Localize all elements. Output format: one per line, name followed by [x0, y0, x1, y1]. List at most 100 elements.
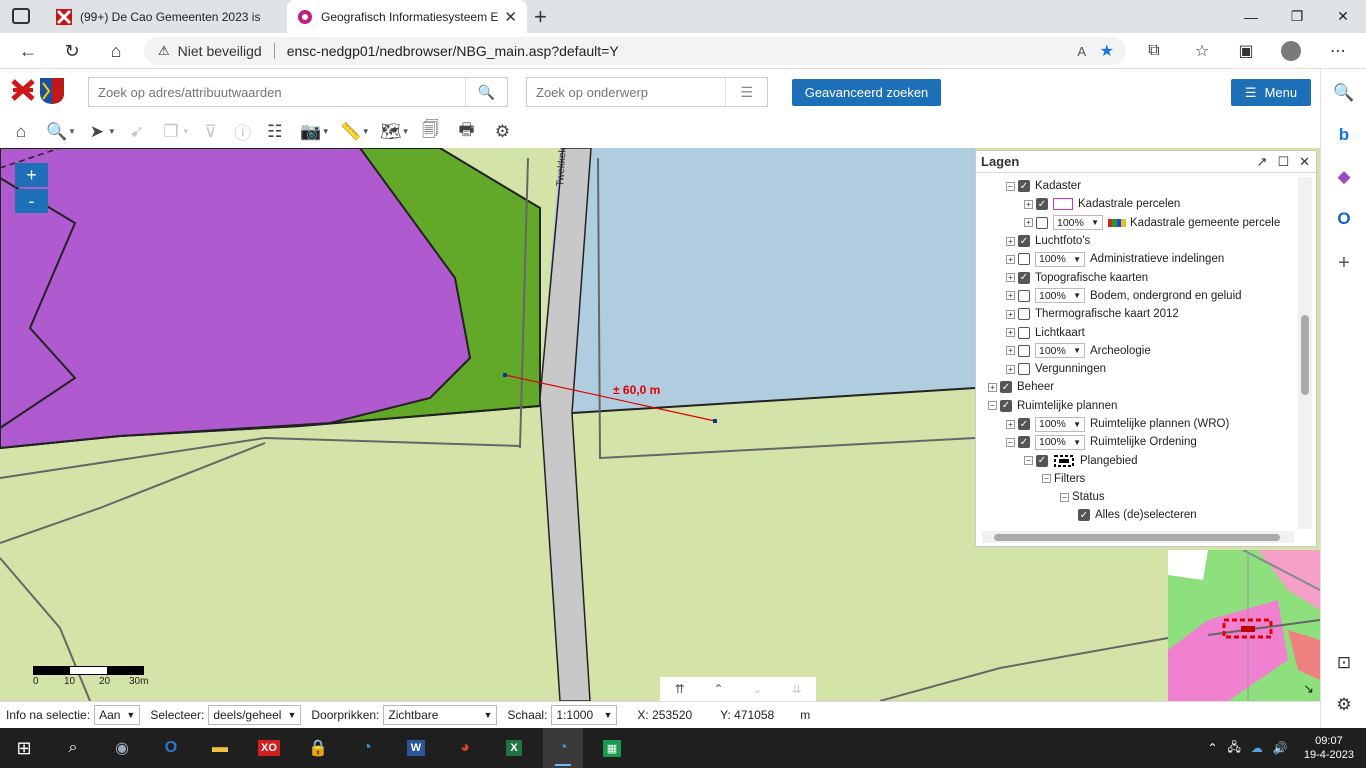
measure-ruler-icon[interactable]: 📏 [338, 119, 364, 145]
layer-checkbox[interactable] [1018, 363, 1030, 376]
lock-app-icon[interactable]: 🔒 [298, 728, 338, 768]
collapse-icon[interactable]: − [1006, 437, 1015, 447]
chrome-icon[interactable]: ◕ [445, 728, 485, 768]
new-tab-button[interactable]: + [534, 4, 547, 30]
overview-resize-icon[interactable]: ↘ [1303, 681, 1314, 697]
select-mode-select[interactable]: deels/geheel ▼ [208, 705, 302, 725]
camera-icon[interactable]: 📷 [298, 119, 324, 145]
layer-row[interactable]: +100% ▼ Administratieve indelingen [976, 250, 1300, 268]
tab-actions-icon[interactable] [12, 8, 30, 24]
zoom-out-button[interactable]: - [15, 189, 48, 213]
layer-row[interactable]: +100% ▼ Bodem, ondergrond en geluid [976, 287, 1300, 305]
layer-row[interactable]: − ✓ 100% ▼ Ruimtelijke Ordening [976, 433, 1300, 451]
chevron-down-icon[interactable]: ▼ [322, 127, 330, 136]
expand-icon[interactable]: + [1006, 364, 1015, 374]
collapse-icon[interactable]: − [988, 401, 997, 411]
omnibox[interactable]: ⚠ Niet beveiligd ensc-nedgp01/nedbrowser… [144, 37, 1126, 65]
advanced-search-button[interactable]: Geavanceerd zoeken [792, 79, 941, 106]
layer-checkbox[interactable] [1018, 308, 1030, 321]
layer-checkbox[interactable]: ✓ [1018, 271, 1030, 284]
excel-icon[interactable]: X [494, 728, 534, 768]
layer-checkbox[interactable]: ✓ [1018, 180, 1030, 193]
more-options-icon[interactable]: ⋯ [1324, 39, 1352, 63]
popout-icon[interactable]: ↗ [1257, 154, 1268, 170]
layer-row[interactable]: − ✓ Plangebied [976, 451, 1300, 469]
search-icon[interactable]: 🔍 [465, 78, 507, 106]
scale-select[interactable]: 1:1000 ▼ [551, 705, 618, 725]
url-text[interactable]: ensc-nedgp01/nedbrowser/NBG_main.asp?def… [287, 43, 619, 59]
outlook-icon[interactable]: O [1330, 205, 1358, 233]
onedrive-icon[interactable]: ☁ [1251, 741, 1263, 755]
edge-active-icon[interactable]: ◔ [543, 728, 583, 768]
office-icon[interactable]: ◆ [1330, 163, 1358, 191]
favorite-star-icon[interactable]: ★ [1100, 41, 1114, 61]
back-icon[interactable]: ← [14, 39, 42, 63]
layer-checkbox[interactable]: ✓ [1000, 399, 1012, 412]
expand-icon[interactable]: + [1024, 199, 1033, 209]
layer-checkbox[interactable]: ✓ [1078, 509, 1090, 522]
favorites-icon[interactable]: ☆ [1188, 39, 1216, 63]
outlook-icon[interactable]: O [151, 728, 191, 768]
map-image-icon[interactable]: 🗺 [378, 119, 404, 145]
layer-checkbox[interactable]: ✓ [1000, 381, 1012, 394]
chevron-down-icon[interactable]: ▼ [68, 127, 76, 136]
xo-app-icon[interactable]: XO [249, 728, 289, 768]
expand-icon[interactable]: + [1024, 218, 1033, 228]
close-window-icon[interactable]: ✕ [1320, 0, 1366, 33]
search-icon[interactable]: ⌕ [53, 728, 93, 768]
add-sidebar-icon[interactable]: + [1330, 249, 1358, 277]
clock[interactable]: 09:07 19-4-2023 [1304, 734, 1354, 762]
layer-row[interactable]: − Filters [976, 470, 1300, 488]
layer-row[interactable]: + Vergunningen [976, 360, 1300, 378]
expand-icon[interactable]: + [1006, 273, 1015, 283]
browser-tab-gis[interactable]: Geografisch Informatiesysteem E ✕ [287, 0, 527, 33]
close-tab-icon[interactable]: ✕ [504, 8, 517, 26]
layer-row[interactable]: + ✓ Topografische kaarten [976, 268, 1300, 286]
zoom-in-button[interactable]: + [15, 163, 48, 187]
collapse-up-icon[interactable]: ⇈ [674, 682, 684, 696]
profile-avatar[interactable] [1281, 41, 1301, 61]
layer-checkbox[interactable]: ✓ [1018, 235, 1030, 248]
settings-gear-icon[interactable]: ⚙ [490, 119, 516, 145]
collections-icon[interactable]: ▣ [1232, 39, 1260, 63]
layer-checkbox[interactable] [1018, 253, 1030, 266]
chevron-down-icon[interactable]: ▼ [402, 127, 410, 136]
expand-icon[interactable]: + [1006, 419, 1015, 429]
home-icon[interactable]: ⌂ [102, 39, 130, 63]
minimize-icon[interactable]: — [1228, 0, 1274, 33]
opacity-select[interactable]: 100% ▼ [1035, 288, 1085, 304]
app-icon[interactable]: ◉ [102, 728, 142, 768]
expand-icon[interactable]: + [988, 382, 997, 392]
settings-icon[interactable]: ⚙ [1330, 691, 1358, 719]
documents-icon[interactable]: 🗐 [418, 119, 444, 145]
opacity-select[interactable]: 100% ▼ [1035, 416, 1085, 432]
collapse-icon[interactable]: − [1060, 492, 1069, 502]
layer-row[interactable]: + Lichtkaart [976, 323, 1300, 341]
layer-row[interactable]: +100% ▼ Kadastrale gemeente percele [976, 214, 1300, 232]
layer-row[interactable]: ✓ Alles (de)selecteren [976, 506, 1300, 524]
info-select[interactable]: Aan ▼ [94, 705, 141, 725]
opacity-select[interactable]: 100% ▼ [1035, 343, 1085, 359]
menu-button[interactable]: ☰ Menu [1231, 79, 1311, 106]
opacity-select[interactable]: 100% ▼ [1035, 434, 1085, 450]
layer-row[interactable]: − ✓ Ruimtelijke plannen [976, 397, 1300, 415]
list-icon[interactable]: ☰ [725, 78, 767, 106]
chevron-up-icon[interactable]: ⌃ [1207, 741, 1217, 755]
layer-checkbox[interactable] [1018, 289, 1030, 302]
chevron-down-icon[interactable]: ▼ [108, 127, 116, 136]
layer-row[interactable]: + Thermografische kaart 2012 [976, 305, 1300, 323]
layer-row[interactable]: − ✓ Kadaster [976, 177, 1300, 195]
project-app-icon[interactable]: ▦ [592, 728, 632, 768]
collapse-icon[interactable]: − [1024, 456, 1033, 466]
pierce-select[interactable]: Zichtbare ▼ [383, 705, 498, 725]
maximize-icon[interactable]: ☐ [1277, 154, 1289, 170]
expand-icon[interactable]: + [1006, 328, 1015, 338]
browser-tab-cao[interactable]: (99+) De Cao Gemeenten 2023 is [46, 0, 284, 33]
layer-checkbox[interactable] [1018, 344, 1030, 357]
layer-row[interactable]: + ✓ Luchtfoto's [976, 232, 1300, 250]
layer-row[interactable]: + ✓ Beheer [976, 378, 1300, 396]
expand-icon[interactable]: + [1006, 291, 1015, 301]
horizontal-scrollbar[interactable] [982, 531, 1294, 543]
network-icon[interactable]: 🖧 [1228, 738, 1241, 759]
word-icon[interactable]: W [396, 728, 436, 768]
